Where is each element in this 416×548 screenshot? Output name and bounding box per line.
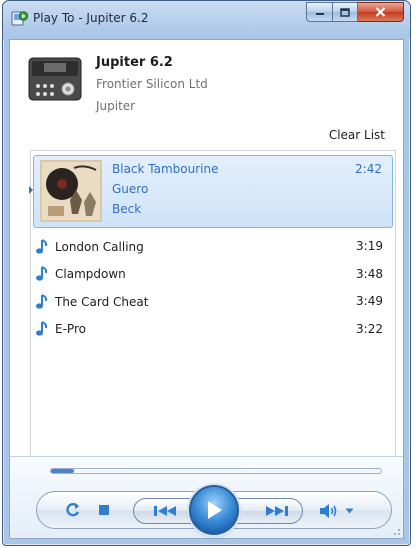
next-icon bbox=[266, 506, 288, 516]
track-list: London Calling 3:19 Clampdown 3:48 The C… bbox=[33, 233, 393, 343]
play-to-window: Play To - Jupiter 6.2 Jupiter 6.2 Fronti… bbox=[2, 0, 411, 546]
track-item[interactable]: E-Pro 3:22 bbox=[33, 316, 393, 344]
seek-bar[interactable] bbox=[50, 468, 382, 474]
play-button[interactable] bbox=[189, 485, 239, 535]
play-icon bbox=[208, 501, 222, 519]
repeat-icon bbox=[66, 503, 80, 517]
track-duration: 3:19 bbox=[356, 239, 383, 253]
now-playing-duration: 2:42 bbox=[355, 162, 382, 176]
resize-grip-icon[interactable] bbox=[391, 526, 401, 536]
track-duration: 3:49 bbox=[356, 294, 383, 308]
now-playing-item[interactable]: Black Tambourine Guero Beck 2:42 bbox=[29, 155, 393, 228]
maximize-button[interactable] bbox=[333, 2, 358, 22]
speaker-icon bbox=[320, 504, 337, 518]
playlist[interactable]: Black Tambourine Guero Beck 2:42 London … bbox=[29, 150, 396, 460]
now-playing-album: Guero bbox=[112, 182, 149, 196]
album-art bbox=[40, 160, 102, 222]
track-item[interactable]: The Card Cheat 3:49 bbox=[33, 288, 393, 316]
maximize-icon bbox=[340, 7, 350, 17]
stop-button[interactable] bbox=[97, 503, 111, 517]
volume-dropdown-button[interactable] bbox=[343, 505, 355, 517]
track-title: London Calling bbox=[55, 239, 144, 254]
now-playing-title: Black Tambourine bbox=[112, 162, 219, 176]
previous-icon bbox=[154, 506, 176, 516]
music-note-icon bbox=[36, 266, 48, 281]
device-model: Jupiter bbox=[96, 99, 136, 113]
music-note-icon bbox=[36, 293, 48, 309]
chevron-down-icon bbox=[345, 508, 353, 514]
music-note-icon bbox=[36, 321, 48, 336]
minimize-button[interactable] bbox=[306, 2, 333, 22]
track-item[interactable]: Clampdown 3:48 bbox=[33, 261, 393, 289]
now-playing-artist: Beck bbox=[112, 202, 142, 216]
playback-controls-area bbox=[10, 456, 403, 538]
device-header: Jupiter 6.2 Frontier Silicon Ltd Jupiter… bbox=[10, 40, 403, 150]
window-title: Play To - Jupiter 6.2 bbox=[33, 11, 149, 25]
transport-controls bbox=[36, 485, 392, 535]
volume-button[interactable] bbox=[317, 502, 339, 520]
track-item[interactable]: London Calling 3:19 bbox=[33, 233, 393, 261]
previous-button[interactable] bbox=[147, 501, 183, 521]
play-to-icon bbox=[11, 11, 28, 26]
track-duration: 3:48 bbox=[356, 266, 383, 281]
track-title: Clampdown bbox=[55, 267, 126, 282]
track-title: The Card Cheat bbox=[55, 294, 149, 309]
radio-device-icon bbox=[28, 57, 82, 101]
track-title: E-Pro bbox=[55, 322, 86, 337]
clear-list-link[interactable]: Clear List bbox=[329, 128, 385, 142]
close-button[interactable] bbox=[358, 2, 404, 22]
next-button[interactable] bbox=[259, 501, 295, 521]
seek-progress bbox=[51, 469, 75, 473]
close-icon bbox=[375, 7, 386, 17]
title-bar[interactable]: Play To - Jupiter 6.2 bbox=[3, 1, 410, 39]
minimize-icon bbox=[315, 13, 324, 15]
device-name: Jupiter 6.2 bbox=[96, 55, 173, 70]
client-area: Jupiter 6.2 Frontier Silicon Ltd Jupiter… bbox=[9, 39, 404, 539]
stop-icon bbox=[99, 505, 109, 515]
now-playing-marker-icon bbox=[29, 186, 33, 194]
caption-buttons bbox=[306, 2, 404, 22]
device-manufacturer: Frontier Silicon Ltd bbox=[96, 77, 208, 91]
music-note-icon bbox=[36, 238, 48, 254]
track-duration: 3:22 bbox=[356, 321, 383, 336]
repeat-button[interactable] bbox=[63, 500, 83, 520]
